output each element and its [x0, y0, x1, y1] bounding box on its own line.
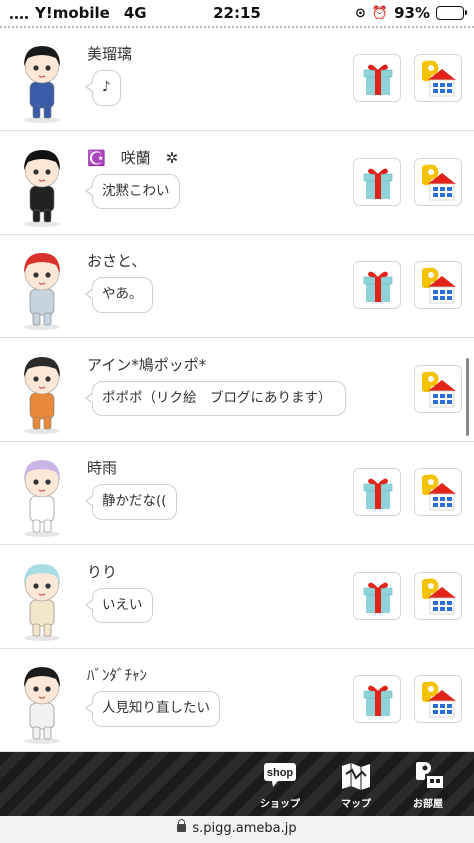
message-bubble: 人見知り直したい: [85, 691, 220, 727]
friend-row[interactable]: 時雨 静かだな((: [0, 442, 474, 545]
gift-button[interactable]: [353, 675, 401, 723]
gift-icon: [363, 64, 393, 95]
room-visit-button[interactable]: [414, 54, 462, 102]
map-button[interactable]: マップ: [328, 760, 384, 810]
avatar[interactable]: [10, 554, 74, 642]
friend-row[interactable]: ﾊﾞﾝﾀﾞﾁｬﾝ 人見知り直したい: [0, 649, 474, 752]
bottom-nav: shop ショップ マップ お部屋: [0, 752, 474, 816]
gift-button[interactable]: [353, 571, 401, 620]
shop-badge-text: shop: [267, 767, 294, 779]
avatar[interactable]: [10, 347, 74, 435]
gift-button[interactable]: [353, 54, 401, 102]
home-p-icon: [422, 578, 456, 614]
gift-icon: [363, 582, 393, 613]
home-p-icon: [422, 371, 456, 407]
lock-icon: [177, 819, 187, 832]
friend-name[interactable]: おさと、: [87, 250, 146, 271]
url-text: s.pigg.ameba.jp: [192, 821, 297, 836]
friend-row[interactable]: りり いえい: [0, 546, 474, 649]
gift-icon: [363, 168, 393, 199]
friend-name[interactable]: りり: [87, 561, 117, 582]
friend-name[interactable]: 時雨: [87, 457, 117, 478]
friend-name[interactable]: ﾊﾞﾝﾀﾞﾁｬﾝ: [87, 664, 147, 685]
shop-label: ショップ: [260, 799, 300, 810]
message-bubble: やあ。: [85, 277, 153, 313]
home-p-icon: [422, 474, 456, 511]
message-bubble: ポポポ（リク絵 ブログにあります）: [85, 380, 346, 417]
room-visit-button[interactable]: [414, 675, 462, 723]
friend-name[interactable]: 美瑠璃: [87, 43, 132, 64]
rotation-lock-icon: ⊙: [355, 5, 366, 21]
status-right: ⊙ ⏰ 93%: [355, 4, 467, 22]
gift-icon: [363, 685, 393, 716]
avatar[interactable]: [10, 450, 74, 538]
gift-button[interactable]: [353, 157, 401, 206]
gift-button[interactable]: [353, 468, 401, 516]
room-visit-button[interactable]: [414, 571, 462, 620]
gift-icon: [363, 478, 393, 509]
friend-name[interactable]: アイン*鳩ポッポ*: [87, 354, 206, 375]
home-p-icon: [416, 762, 443, 788]
avatar[interactable]: [10, 657, 74, 745]
avatar[interactable]: [10, 243, 74, 331]
alarm-icon: ⏰: [371, 5, 389, 21]
friend-row[interactable]: おさと、 やあ。: [0, 235, 474, 338]
map-label: マップ: [341, 799, 371, 810]
shop-button[interactable]: shop ショップ: [252, 760, 308, 810]
friend-name[interactable]: ☪️ 咲蘭 ✲: [87, 147, 178, 168]
shop-icon: shop: [264, 763, 296, 787]
home-p-icon: [422, 60, 456, 97]
map-icon: [342, 763, 370, 790]
gift-icon: [363, 271, 393, 302]
battery-percent: 93%: [394, 4, 430, 22]
avatar[interactable]: [10, 140, 74, 228]
friend-row[interactable]: ☪️ 咲蘭 ✲ 沈黙こわい: [0, 132, 474, 235]
message-bubble: 沈黙こわい: [85, 173, 180, 210]
room-button[interactable]: お部屋: [400, 760, 456, 810]
room-visit-button[interactable]: [414, 261, 462, 309]
message-bubble: ♪: [85, 70, 121, 106]
friend-row[interactable]: 美瑠璃 ♪: [0, 28, 474, 131]
home-p-icon: [422, 681, 456, 718]
home-p-icon: [422, 267, 456, 304]
scrollbar[interactable]: [466, 358, 469, 436]
room-visit-button[interactable]: [414, 364, 462, 413]
battery-icon: [436, 6, 467, 20]
app-screen: Y!mobile 4G 22:15 ⊙ ⏰ 93% 美瑠璃 ♪ ☪️ 咲蘭 ✲ …: [0, 0, 474, 843]
room-label: お部屋: [413, 799, 443, 810]
room-visit-button[interactable]: [414, 157, 462, 206]
room-visit-button[interactable]: [414, 468, 462, 516]
status-bar: Y!mobile 4G 22:15 ⊙ ⏰ 93%: [0, 0, 474, 26]
gift-button[interactable]: [353, 261, 401, 309]
home-p-icon: [422, 164, 456, 200]
message-bubble: 静かだな((: [85, 484, 177, 520]
friend-row[interactable]: アイン*鳩ポッポ* ポポポ（リク絵 ブログにあります）: [0, 339, 474, 442]
url-bar[interactable]: s.pigg.ameba.jp: [0, 816, 474, 843]
avatar[interactable]: [10, 36, 74, 124]
message-bubble: いえい: [85, 587, 153, 624]
